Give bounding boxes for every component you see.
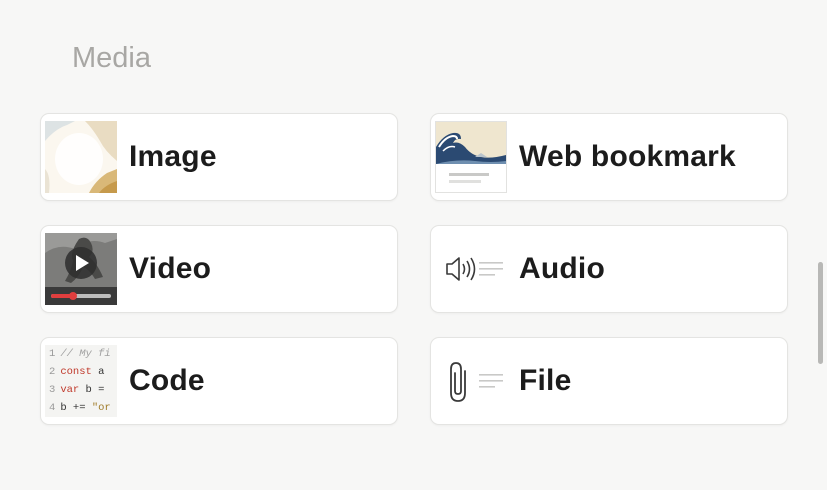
video-thumbnail-icon xyxy=(45,233,117,305)
code-line-1: 1// My fi xyxy=(49,348,111,360)
code-label: Code xyxy=(129,364,205,397)
code-line-3: 3 var b = xyxy=(49,384,105,396)
audio-label: Audio xyxy=(519,252,605,285)
file-block-option[interactable]: File xyxy=(430,337,788,425)
media-blocks-grid: Image Web bookmark Video Audio 1 // My f… xyxy=(40,113,788,425)
video-block-option[interactable]: Video xyxy=(40,225,398,313)
file-label: File xyxy=(519,364,572,397)
code-line-4: 4b += "or xyxy=(49,402,111,414)
vertical-scrollbar[interactable] xyxy=(818,262,823,364)
paperclip-icon xyxy=(435,345,507,417)
code-line-2: 2 const a xyxy=(49,366,105,378)
audio-icon xyxy=(435,233,507,305)
audio-block-option[interactable]: Audio xyxy=(430,225,788,313)
image-block-option[interactable]: Image xyxy=(40,113,398,201)
web-bookmark-block-option[interactable]: Web bookmark xyxy=(430,113,788,201)
image-label: Image xyxy=(129,140,217,173)
code-thumbnail-icon: 1// My fi 2 const a 3 var b = 4b += "or xyxy=(45,345,117,417)
image-thumbnail-icon xyxy=(45,121,117,193)
web-bookmark-label: Web bookmark xyxy=(519,140,736,173)
web-bookmark-thumbnail-icon xyxy=(435,121,507,193)
section-title: Media xyxy=(72,42,151,74)
video-label: Video xyxy=(129,252,212,285)
code-block-option[interactable]: 1// My fi 2 const a 3 var b = 4b += "or Co… xyxy=(40,337,398,425)
